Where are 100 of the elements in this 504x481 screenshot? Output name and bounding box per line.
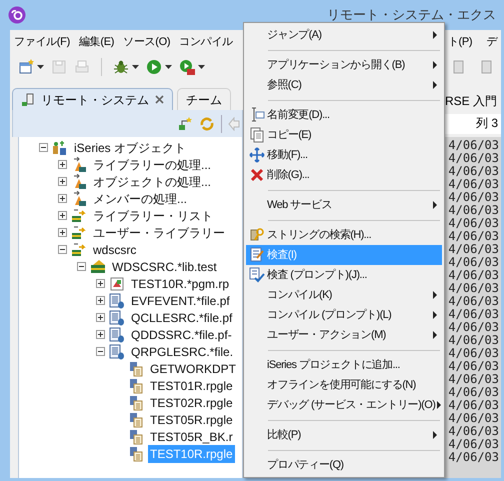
table-cell-text: 4/06/03 <box>447 269 500 282</box>
tree-item[interactable]: ライブラリーの処理... <box>91 156 214 174</box>
menu-item[interactable]: 参照(C) <box>246 75 442 95</box>
source-member-icon <box>128 428 144 444</box>
table-cell-text: 4/06/03 <box>447 152 500 165</box>
collapse-icon[interactable] <box>77 262 86 271</box>
filter-pool-icon <box>71 224 87 240</box>
tree-item[interactable]: TEST02R.rpgle <box>148 394 235 412</box>
column-field[interactable]: 列 3 <box>443 114 501 134</box>
menu-item[interactable]: 移動(F)... <box>246 145 442 165</box>
menu-item[interactable]: ト(P) <box>448 34 472 50</box>
menu-item[interactable]: ジャンプ(A) <box>246 25 442 45</box>
app-logo-icon <box>8 6 26 24</box>
expand-icon[interactable] <box>58 177 67 186</box>
collapse-icon[interactable] <box>96 347 105 356</box>
menu-item[interactable]: 編集(E) <box>78 34 114 50</box>
tree-item[interactable]: QRPGLESRC.*file. <box>129 342 236 360</box>
menu-item[interactable]: 比較(P) <box>246 425 442 445</box>
tree-item[interactable]: GETWORKDPT <box>148 360 238 378</box>
copy-icon <box>248 127 264 143</box>
source-member-icon <box>128 412 144 428</box>
source-member-icon <box>128 446 144 462</box>
tree-item[interactable]: TEST05R.rpgle <box>148 410 235 428</box>
expand-icon[interactable] <box>58 228 67 237</box>
table-cell-text: 4/06/03 <box>447 399 500 412</box>
run-stop-icon[interactable] <box>179 59 195 75</box>
tree-item[interactable]: wdscsrc <box>91 240 138 258</box>
connection-icon[interactable] <box>177 116 193 132</box>
menu-item[interactable]: コンパイル(K) <box>246 285 442 305</box>
collapse-icon[interactable] <box>39 143 48 152</box>
delete-icon <box>248 167 264 183</box>
tree-item[interactable]: QDDSSRC.*file.pf- <box>129 326 234 344</box>
expand-icon[interactable] <box>96 279 105 288</box>
menu-item[interactable]: アプリケーションから開く(B) <box>246 55 442 75</box>
menu-item[interactable]: デバッグ (サービス・エントリー)(O) <box>246 395 442 415</box>
submenu-arrow-icon <box>433 201 437 209</box>
new-window-icon[interactable] <box>18 59 34 75</box>
expand-icon[interactable] <box>96 313 105 322</box>
tree-item[interactable]: メンバーの処理... <box>91 190 190 208</box>
run-icon[interactable] <box>146 59 162 75</box>
menu-item[interactable]: ストリングの検索(H)... <box>246 225 442 245</box>
submenu-arrow-icon <box>433 331 437 339</box>
menu-item[interactable]: iSeries プロジェクトに追加... <box>246 355 442 375</box>
file-icon <box>109 326 125 342</box>
tree-item[interactable]: ユーザー・ライブラリー <box>91 224 227 242</box>
table-cell-text: 4/06/03 <box>447 165 500 178</box>
collapse-icon[interactable] <box>58 245 67 254</box>
server-objects-icon <box>52 140 68 156</box>
tab[interactable]: リモート・システム <box>12 88 173 110</box>
expand-icon[interactable] <box>96 296 105 305</box>
dropdown-caret-icon[interactable] <box>37 65 44 69</box>
tree-item[interactable]: EVFEVENT.*file.pf <box>129 292 232 310</box>
menu-item[interactable]: デ <box>486 34 497 50</box>
dropdown-caret-icon[interactable] <box>198 65 205 69</box>
menu-item[interactable]: ファイル(F) <box>14 34 70 50</box>
expand-icon[interactable] <box>96 330 105 339</box>
table-cell-text: 4/06/03 <box>447 360 500 373</box>
submenu-arrow-icon <box>433 431 437 439</box>
tree-item[interactable]: QCLLESRC.*file.pf <box>129 308 234 326</box>
menu-item[interactable]: Web サービス <box>246 195 442 215</box>
menu-item[interactable]: ソース(O) <box>123 34 170 50</box>
menu-item[interactable]: ユーザー・アクション(M) <box>246 325 442 345</box>
tree-item[interactable]: TEST01R.rpgle <box>148 376 235 394</box>
menu-item[interactable]: オフラインを使用可能にする(N) <box>246 375 442 395</box>
expand-icon[interactable] <box>58 211 67 220</box>
table-cell-text: 4/06/03 <box>447 425 500 438</box>
tree-item[interactable]: WDSCSRC.*lib.test <box>110 258 219 276</box>
filter-pool-icon <box>71 208 87 224</box>
dropdown-caret-icon[interactable] <box>132 65 139 69</box>
dropdown-caret-icon[interactable] <box>165 65 172 69</box>
menu-item[interactable]: 検査 (プロンプト)(J)... <box>246 265 442 285</box>
tree-item[interactable]: オブジェクトの処理... <box>91 172 214 190</box>
tree-item[interactable]: TEST05R_BK.r <box>148 428 235 446</box>
source-member-icon <box>128 394 144 410</box>
menu-item[interactable]: コンパイル (プロンプト)(L) <box>246 305 442 325</box>
menu-item[interactable]: コンパイル <box>179 34 233 50</box>
tree-item[interactable]: TEST10R.*pgm.rp <box>129 274 232 292</box>
menu-item[interactable]: コピー(E) <box>246 125 442 145</box>
menu-item[interactable]: 名前変更(D)... <box>246 105 442 125</box>
menu-item[interactable]: 削除(G)... <box>246 165 442 185</box>
menu-item[interactable]: プロパティー(Q) <box>246 455 442 475</box>
tree-item[interactable]: iSeries オブジェクト <box>72 138 188 156</box>
table-cell-text: 4/06/03 <box>447 204 500 217</box>
close-icon[interactable] <box>155 95 164 104</box>
tab[interactable]: RSE 入門 <box>440 88 501 110</box>
source-member-icon <box>128 378 144 394</box>
tree-item[interactable]: ライブラリー・リスト <box>91 206 215 224</box>
filter-icon <box>71 174 87 190</box>
submenu-arrow-icon <box>433 31 437 39</box>
table-cell-text: 4/06/03 <box>447 243 500 256</box>
tab[interactable]: チーム <box>177 88 231 110</box>
filter-icon <box>71 190 87 206</box>
toolbar-button[interactable] <box>111 59 141 75</box>
expand-icon[interactable] <box>58 194 67 203</box>
table-cell-text: 4/06/03 <box>447 256 500 269</box>
table-cell-text: 4/06/03 <box>447 438 500 451</box>
toolbar-button[interactable] <box>144 59 174 75</box>
expand-icon[interactable] <box>58 160 67 169</box>
bug-icon[interactable] <box>113 59 129 75</box>
toolbar-button[interactable] <box>177 59 207 75</box>
